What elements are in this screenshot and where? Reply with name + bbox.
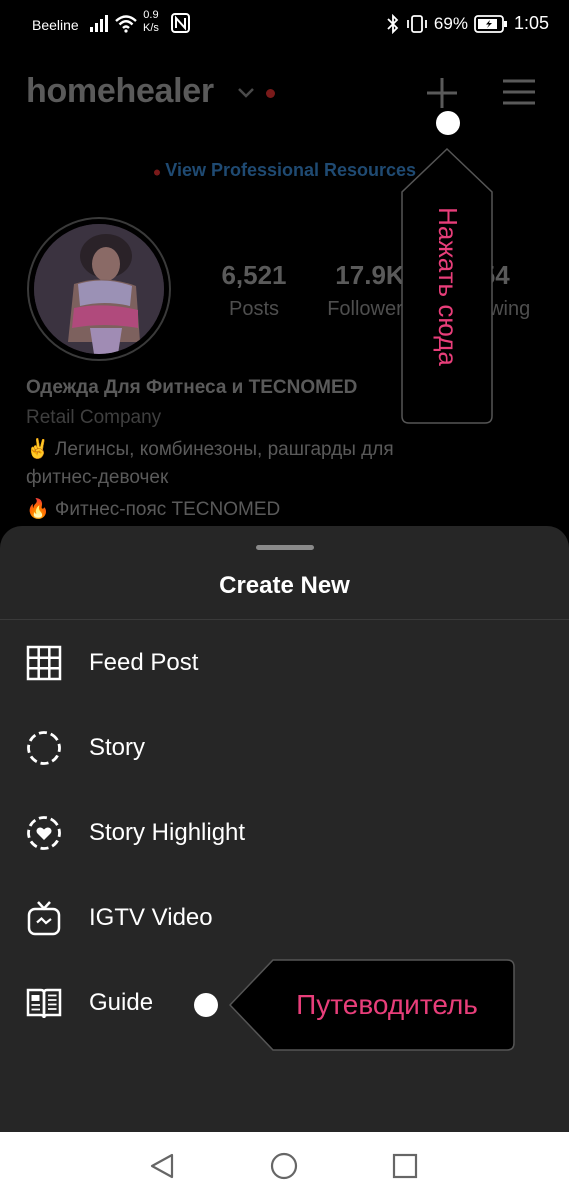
story-label: Story (89, 734, 146, 761)
hint-dot (194, 993, 218, 1017)
chevron-down-icon[interactable] (236, 86, 256, 100)
nfc-icon (171, 13, 190, 33)
battery-percent: 69% (433, 13, 468, 33)
story-circle-icon (27, 731, 61, 765)
profile-username[interactable]: homehealer (26, 72, 214, 111)
signal-icon (90, 15, 108, 32)
callout-guide-hint: Путеводитель (229, 958, 515, 1052)
callout-plus-hint: Нажать сюда (401, 148, 493, 424)
sheet-drag-handle[interactable] (256, 545, 314, 550)
status-right: 69% 1:05 (386, 13, 549, 34)
avatar[interactable] (34, 224, 164, 354)
bio-line: фитнес-девочек (26, 467, 169, 488)
posts-count[interactable]: 6,521 (204, 260, 304, 291)
network-speed: 0.9 K/s (143, 9, 159, 34)
igtv-label: IGTV Video (89, 904, 213, 931)
back-icon[interactable] (148, 1152, 176, 1180)
vibrate-icon (407, 14, 427, 33)
menu-item-feed-post[interactable]: Feed Post (0, 621, 569, 705)
carrier-name: Beeline (32, 17, 79, 33)
sheet-divider (0, 619, 569, 620)
plus-icon[interactable] (425, 76, 459, 110)
resources-dot: ● (152, 163, 166, 180)
status-bar: Beeline 0.9 K/s 69% 1:05 (0, 0, 569, 48)
notification-dot (266, 89, 275, 98)
guide-book-icon (26, 988, 62, 1019)
igtv-icon (27, 901, 61, 936)
sheet-title: Create New (219, 572, 350, 599)
resources-label: View Professional Resources (165, 160, 417, 180)
posts-label: Posts (228, 298, 280, 320)
grid-icon (26, 645, 62, 681)
guide-label: Guide (89, 989, 154, 1016)
clock: 1:05 (513, 13, 549, 33)
story-highlight-label: Story Highlight (89, 819, 246, 846)
avatar-photo (34, 224, 164, 354)
hint-dot (436, 111, 460, 135)
home-icon[interactable] (270, 1152, 298, 1180)
bio-line: ✌️ Легинсы, комбинезоны, рашгарды для (26, 439, 394, 460)
bluetooth-icon (387, 13, 399, 34)
menu-item-story[interactable]: Story (0, 706, 569, 790)
system-nav-bar (0, 1132, 569, 1200)
bio-line: 🔥 Фитнес-пояс TECNOMED (26, 499, 281, 520)
menu-icon[interactable] (502, 78, 536, 106)
profile-category: Retail Company (26, 407, 162, 428)
callout-plus-text: Нажать сюда (432, 206, 463, 366)
battery-icon (474, 14, 507, 33)
feed-post-label: Feed Post (89, 649, 199, 676)
menu-item-story-highlight[interactable]: Story Highlight (0, 791, 569, 875)
wifi-icon (115, 15, 137, 33)
recents-icon[interactable] (392, 1153, 418, 1179)
callout-guide-text: Путеводитель (296, 989, 478, 1020)
menu-item-igtv-video[interactable]: IGTV Video (0, 876, 569, 960)
profile-name: Одежда Для Фитнеса и TECNOMED (26, 377, 358, 398)
highlight-heart-icon (27, 816, 61, 850)
